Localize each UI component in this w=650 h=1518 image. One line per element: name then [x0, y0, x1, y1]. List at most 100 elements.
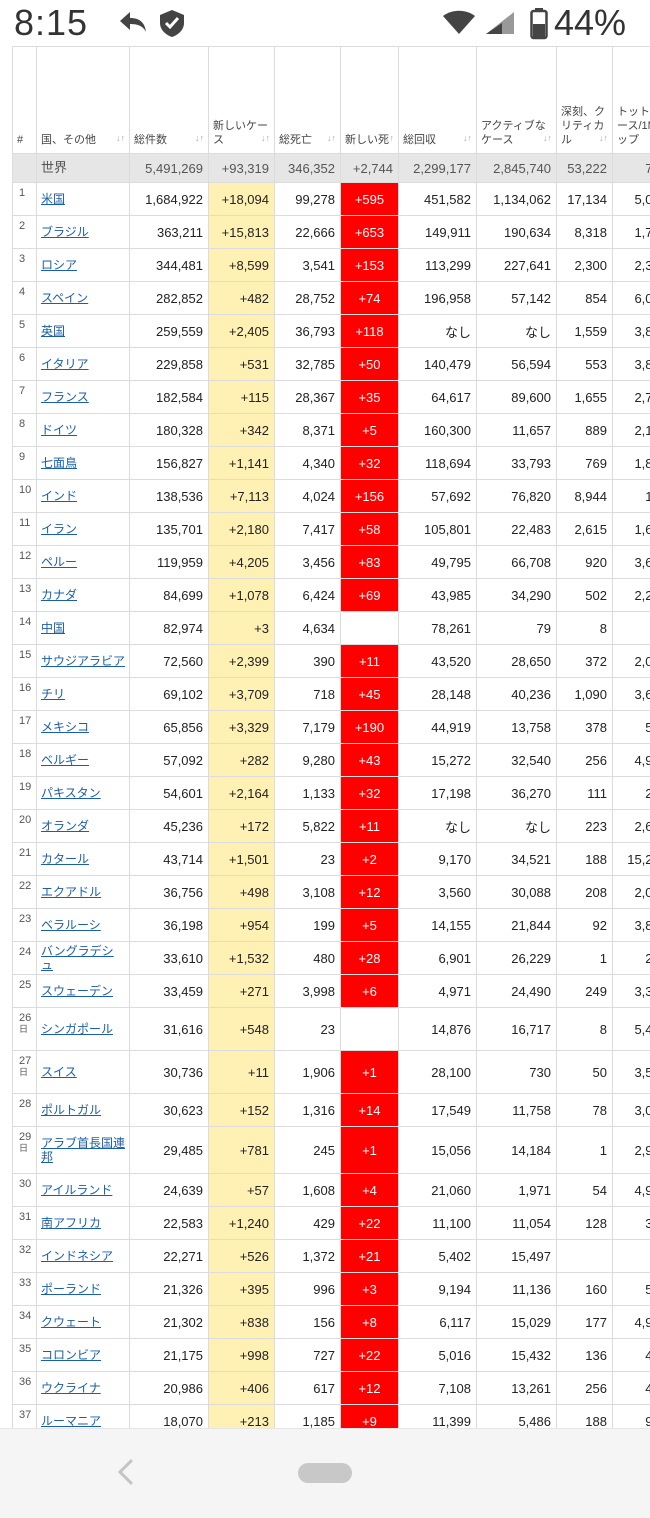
country-link[interactable]: ベルギー — [41, 753, 89, 767]
country-link[interactable]: コロンビア — [41, 1348, 101, 1362]
country-link[interactable]: クウェート — [41, 1315, 101, 1329]
country-link[interactable]: ロシア — [41, 258, 77, 272]
total-cell: 180,328 — [130, 414, 209, 447]
column-header-1[interactable]: 国、その他↓↑ — [37, 47, 130, 154]
country-link[interactable]: スイス — [41, 1065, 77, 1079]
sort-arrows-icon[interactable]: ↓↑ — [116, 131, 125, 145]
sort-arrows-icon[interactable]: ↓↑ — [261, 131, 270, 145]
country-cell: フランス — [37, 381, 130, 414]
critical-cell: 17,134 — [557, 183, 613, 216]
per-million-cell: 81 — [613, 1240, 650, 1273]
country-cell: ブラジル — [37, 216, 130, 249]
per-million-cell: 100 — [613, 480, 650, 513]
country-link[interactable]: カタール — [41, 852, 89, 866]
country-link[interactable]: ブラジル — [41, 225, 89, 239]
sort-arrows-icon[interactable]: ↓↑ — [385, 131, 394, 145]
country-link[interactable]: フランス — [41, 390, 89, 404]
country-link[interactable]: チリ — [41, 687, 65, 701]
country-link[interactable]: インド — [41, 489, 77, 503]
country-link[interactable]: 英国 — [41, 324, 65, 338]
country-link[interactable]: ポーランド — [41, 1282, 101, 1296]
country-link[interactable]: ドイツ — [41, 423, 77, 437]
country-link[interactable]: ルーマニア — [41, 1414, 101, 1428]
country-link[interactable]: 米国 — [41, 192, 65, 206]
new-cases-cell: +548 — [209, 1008, 275, 1051]
deaths-cell: 7,179 — [275, 711, 341, 744]
critical-cell: 372 — [557, 645, 613, 678]
country-link[interactable]: インドネシア — [41, 1249, 113, 1263]
active-cell: 11,054 — [477, 1207, 557, 1240]
column-header-2[interactable]: 総件数↓↑ — [130, 47, 209, 154]
country-link[interactable]: サウジアラビア — [41, 654, 125, 668]
sort-arrows-icon[interactable]: ↓↑ — [599, 131, 608, 145]
critical-cell: 2,615 — [557, 513, 613, 546]
deaths-cell: 3,541 — [275, 249, 341, 282]
row-number-value: 34 — [19, 1310, 31, 1322]
column-header-3[interactable]: 新しいケース↓↑ — [209, 47, 275, 154]
per-million-cell: 204 — [613, 942, 650, 975]
total-cell: 33,610 — [130, 942, 209, 975]
country-cell: スペイン — [37, 282, 130, 315]
row-number-value: 36 — [19, 1376, 31, 1388]
row-number-sub: 日 — [19, 1143, 36, 1153]
sort-arrows-icon[interactable]: ↓↑ — [327, 131, 336, 145]
covid-table-container[interactable]: # 国、その他↓↑総件数↓↑新しいケース↓↑総死亡↓↑新しい死↓↑総回収↓↑アクテ… — [12, 46, 650, 1428]
deaths-cell: 5,822 — [275, 810, 341, 843]
sort-arrows-icon[interactable]: ↓↑ — [543, 131, 552, 145]
country-link[interactable]: ペルー — [41, 555, 77, 569]
country-link[interactable]: ベラルーシ — [41, 918, 101, 932]
column-header-8[interactable]: 深刻、クリティカル↓↑ — [557, 47, 613, 154]
country-link[interactable]: 中国 — [41, 621, 65, 635]
column-header-5[interactable]: 新しい死↓↑ — [341, 47, 399, 154]
home-pill-button[interactable] — [298, 1463, 352, 1483]
table-row: 4スペイン282,852+48228,752+74196,95857,14285… — [13, 282, 650, 315]
column-header-4[interactable]: 総死亡↓↑ — [275, 47, 341, 154]
country-link[interactable]: ウクライナ — [41, 1381, 101, 1395]
country-link[interactable]: カナダ — [41, 588, 77, 602]
recovered-cell: 4,971 — [399, 975, 477, 1008]
country-link[interactable]: 南アフリカ — [41, 1216, 101, 1230]
country-link[interactable]: アラブ首長国連邦 — [41, 1136, 125, 1164]
country-cell: バングラデシュ — [37, 942, 130, 975]
table-row: 20オランダ45,236+1725,822+11なしなし2232,640 — [13, 810, 650, 843]
sort-arrows-icon[interactable]: ↓↑ — [463, 131, 472, 145]
column-header-6[interactable]: 総回収↓↑ — [399, 47, 477, 154]
column-header-label: # — [17, 134, 23, 146]
back-chevron-icon[interactable] — [116, 1457, 136, 1492]
recovered-cell: 28,100 — [399, 1051, 477, 1094]
table-row: 11イラン135,701+2,1807,417+58105,80122,4832… — [13, 513, 650, 546]
deaths-cell: 429 — [275, 1207, 341, 1240]
column-header-0[interactable]: # — [13, 47, 37, 154]
deaths-cell: 32,785 — [275, 348, 341, 381]
country-link[interactable]: アイルランド — [41, 1183, 112, 1197]
deaths-cell: 156 — [275, 1306, 341, 1339]
country-link[interactable]: 七面鳥 — [41, 456, 77, 470]
country-link[interactable]: メキシコ — [41, 720, 89, 734]
deaths-cell: 718 — [275, 678, 341, 711]
country-cell: 中国 — [37, 612, 130, 645]
country-link[interactable]: エクアドル — [41, 885, 101, 899]
country-link[interactable]: イタリア — [41, 357, 89, 371]
total-cell: 18,070 — [130, 1405, 209, 1429]
country-link[interactable]: ポルトガル — [41, 1103, 101, 1117]
per-million-cell: 3,640 — [613, 546, 650, 579]
new-cases-cell: +781 — [209, 1127, 275, 1174]
country-link[interactable]: スペイン — [41, 291, 88, 305]
country-link[interactable]: パキスタン — [41, 786, 101, 800]
country-link[interactable]: オランダ — [41, 819, 89, 833]
country-link[interactable]: バングラデシュ — [41, 944, 114, 972]
critical-cell: 188 — [557, 1405, 613, 1429]
new-deaths-cell: +6 — [341, 975, 399, 1008]
per-million-cell: 563 — [613, 1273, 650, 1306]
column-header-7[interactable]: アクティブなケース↓↑ — [477, 47, 557, 154]
column-header-9[interactable]: トットケース/1Mポップ — [613, 47, 650, 154]
recovered-cell: 17,198 — [399, 777, 477, 810]
per-million-cell: 5,400 — [613, 1008, 650, 1051]
new-cases-cell: +15,813 — [209, 216, 275, 249]
sort-arrows-icon[interactable]: ↓↑ — [195, 131, 204, 145]
total-cell: 344,481 — [130, 249, 209, 282]
country-link[interactable]: スウェーデン — [41, 984, 113, 998]
country-link[interactable]: イラン — [41, 522, 77, 536]
row-number-value: 31 — [19, 1211, 31, 1223]
country-link[interactable]: シンガポール — [41, 1022, 113, 1036]
